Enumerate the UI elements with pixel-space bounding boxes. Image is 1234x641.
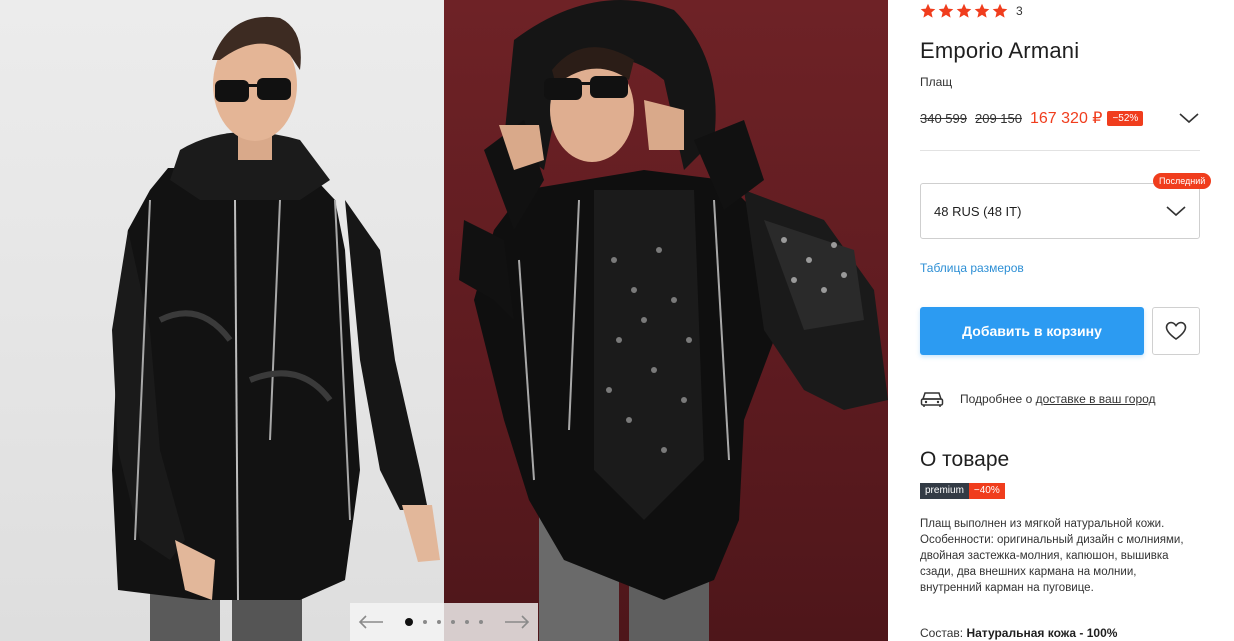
next-arrow-icon[interactable] bbox=[504, 612, 530, 632]
gallery-dot[interactable] bbox=[423, 620, 427, 624]
about-section-title: О товаре bbox=[920, 448, 1010, 471]
composition-label: Состав: bbox=[920, 626, 964, 640]
product-photo-hood[interactable] bbox=[444, 0, 888, 641]
product-brand[interactable]: Emporio Armani bbox=[920, 38, 1079, 64]
add-to-cart-button[interactable]: Добавить в корзину bbox=[920, 307, 1144, 355]
star-icon bbox=[992, 3, 1008, 18]
gallery-dot[interactable] bbox=[465, 620, 469, 624]
size-table-link[interactable]: Таблица размеров bbox=[920, 261, 1024, 275]
product-description: Плащ выполнен из мягкой натуральной кожи… bbox=[920, 518, 1184, 594]
heart-icon bbox=[1165, 321, 1187, 340]
gallery-slider-controls bbox=[350, 603, 538, 641]
price-row: 340 599 209 150 167 320 ₽ −52% bbox=[920, 108, 1200, 128]
product-photo-front[interactable] bbox=[0, 0, 444, 641]
delivery-info: Подробнее о доставке в ваш город bbox=[920, 388, 1200, 410]
premium-badges: premium −40% bbox=[920, 483, 1005, 499]
old-price-previous: 209 150 bbox=[975, 110, 1022, 126]
chevron-down-icon bbox=[1165, 203, 1187, 219]
review-count: 3 bbox=[1016, 4, 1023, 18]
star-icon bbox=[938, 3, 954, 18]
gallery-dots bbox=[405, 618, 483, 626]
delivery-text: Подробнее о доставке в ваш город bbox=[960, 392, 1156, 406]
premium-badge: premium bbox=[920, 483, 969, 499]
add-to-favorites-button[interactable] bbox=[1152, 307, 1200, 355]
star-icon bbox=[920, 3, 936, 18]
old-price-original: 340 599 bbox=[920, 110, 967, 126]
product-category: Плащ bbox=[920, 75, 953, 89]
divider bbox=[920, 150, 1200, 151]
delivery-prefix: Подробнее о bbox=[960, 392, 1033, 406]
product-composition: Состав: Натуральная кожа - 100% bbox=[920, 626, 1117, 640]
rating-stars bbox=[920, 3, 1008, 19]
current-price: 167 320 ₽ bbox=[1030, 110, 1103, 127]
gallery-dot[interactable] bbox=[479, 620, 483, 624]
product-gallery bbox=[0, 0, 888, 641]
star-icon bbox=[956, 3, 972, 18]
composition-value: Натуральная кожа - 100% bbox=[966, 626, 1118, 640]
premium-discount-badge: −40% bbox=[968, 483, 1005, 499]
model-front-illustration bbox=[112, 16, 440, 641]
prev-arrow-icon[interactable] bbox=[358, 612, 384, 632]
gallery-dot[interactable] bbox=[405, 618, 413, 626]
star-icon bbox=[974, 3, 990, 18]
last-item-badge: Последний bbox=[1153, 173, 1212, 189]
model-hood-illustration bbox=[459, 0, 888, 641]
discount-badge: −52% bbox=[1107, 110, 1144, 126]
price-details-chevron-icon[interactable] bbox=[1178, 110, 1200, 126]
gallery-dot[interactable] bbox=[451, 620, 455, 624]
car-icon bbox=[920, 392, 944, 407]
gallery-dot[interactable] bbox=[437, 620, 441, 624]
size-select[interactable]: 48 RUS (48 IT) bbox=[920, 183, 1200, 239]
selected-size: 48 RUS (48 IT) bbox=[934, 203, 1022, 219]
product-rating[interactable]: 3 bbox=[920, 3, 1023, 19]
delivery-link[interactable]: доставке в ваш город bbox=[1036, 392, 1156, 406]
